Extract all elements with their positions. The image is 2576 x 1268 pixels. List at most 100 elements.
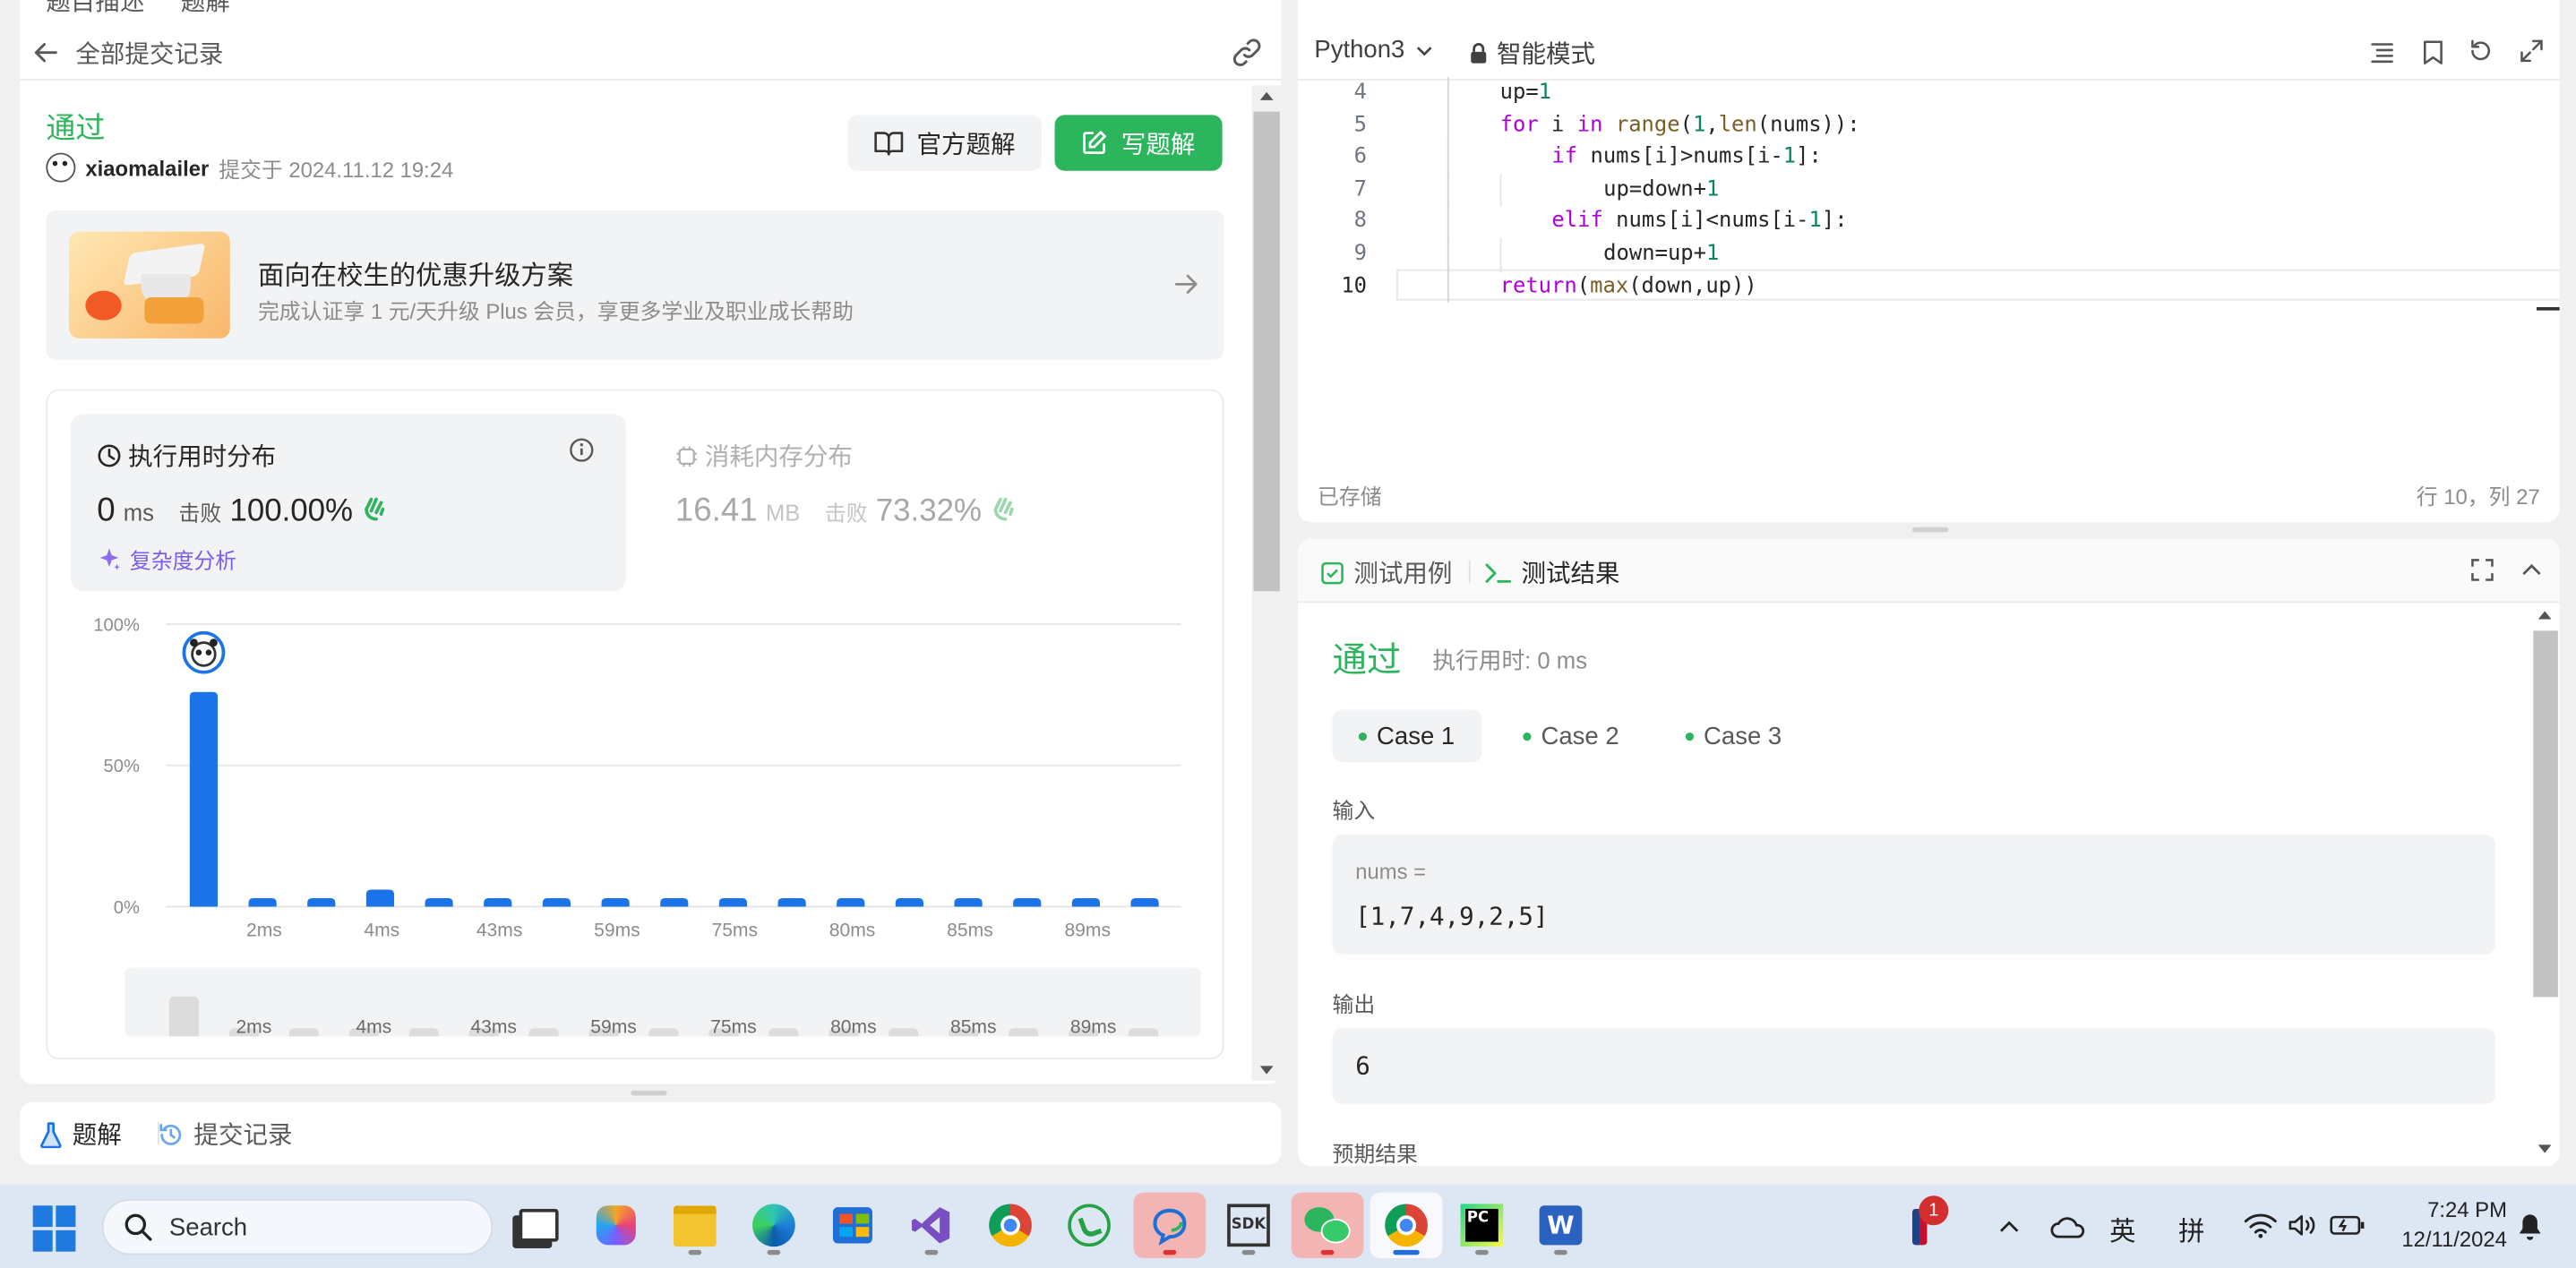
bottom-tab-solutions[interactable]: 题解 bbox=[39, 1117, 122, 1152]
input-box[interactable]: nums = [1,7,4,9,2,5] bbox=[1332, 834, 2496, 955]
code-line[interactable]: 4 up=1 bbox=[1298, 77, 2560, 109]
complexity-link[interactable]: 复杂度分析 bbox=[97, 544, 236, 575]
chart-bar bbox=[365, 889, 395, 907]
chrome-icon[interactable] bbox=[977, 1193, 1043, 1258]
clock-icon bbox=[98, 444, 121, 467]
code-text: return(max(down,up)) bbox=[1499, 273, 1757, 299]
memory-beats: 73.32% bbox=[875, 494, 982, 529]
left-resize-handle[interactable] bbox=[631, 1090, 667, 1096]
start-button[interactable] bbox=[32, 1205, 79, 1252]
test-result-panel: 测试用例 测试结果 通过 执行用时: 0 ms Case 1 Case 2 Ca… bbox=[1298, 538, 2560, 1167]
code-line[interactable]: 9 down=up+1 bbox=[1298, 237, 2560, 272]
pycharm-icon[interactable]: PC bbox=[1449, 1193, 1515, 1258]
graduation-cap-icon bbox=[69, 231, 230, 338]
smart-mode-toggle[interactable]: 智能模式 bbox=[1469, 36, 1595, 71]
search-icon bbox=[125, 1213, 152, 1241]
ime-language[interactable]: 英 bbox=[2109, 1209, 2135, 1248]
nba-widget[interactable]: 1 bbox=[1906, 1195, 1949, 1248]
code-line[interactable]: 6 if nums[i]>nums[i-1]: bbox=[1298, 141, 2560, 176]
code-line[interactable]: 10 return(max(down,up)) bbox=[1298, 270, 2560, 303]
chevron-up-icon[interactable] bbox=[2520, 559, 2544, 582]
tab-divider bbox=[1468, 560, 1471, 584]
result-scrollbar-thumb[interactable] bbox=[2533, 630, 2558, 998]
wifi-icon[interactable] bbox=[2244, 1212, 2277, 1238]
code-line[interactable]: 5 for i in range(1,len(nums)): bbox=[1298, 109, 2560, 141]
store-icon[interactable] bbox=[820, 1193, 885, 1258]
result-scrollbar[interactable] bbox=[2530, 608, 2560, 1167]
clock-time[interactable]: 7:24 PM bbox=[2412, 1197, 2507, 1222]
notification-bell-icon[interactable] bbox=[2517, 1212, 2543, 1242]
expected-label: 预期结果 bbox=[1332, 1141, 1418, 1167]
whatsapp-icon[interactable] bbox=[1056, 1193, 1121, 1258]
right-resize-handle[interactable] bbox=[1911, 527, 1949, 533]
case-tab-2[interactable]: Case 2 bbox=[1497, 709, 1645, 762]
official-solution-button[interactable]: 官方题解 bbox=[847, 115, 1042, 171]
chevron-right-icon[interactable] bbox=[1173, 271, 1199, 297]
onedrive-icon[interactable] bbox=[2050, 1213, 2086, 1239]
left-scrollbar-thumb[interactable] bbox=[1253, 111, 1280, 592]
taskbar-search[interactable]: Search bbox=[101, 1198, 494, 1255]
bookmark-icon[interactable] bbox=[2422, 39, 2445, 65]
tab-testcases[interactable]: 测试用例 bbox=[1321, 555, 1452, 590]
chart-bar bbox=[307, 898, 336, 907]
link-icon[interactable] bbox=[1231, 36, 1264, 69]
line-number: 7 bbox=[1353, 176, 1368, 202]
overview-tick-label: 59ms bbox=[590, 1017, 637, 1037]
overview-mini-chart: 2ms 4ms 43ms 59ms 75ms 80ms 85ms 89ms bbox=[168, 996, 1159, 1037]
messenger-icon[interactable] bbox=[1133, 1192, 1206, 1258]
sdk-icon[interactable]: SDK bbox=[1215, 1193, 1281, 1258]
y-tick-label: 0% bbox=[114, 898, 140, 918]
clock-date[interactable]: 12/11/2024 bbox=[2379, 1227, 2507, 1252]
promo-banner[interactable]: 面向在校生的优惠升级方案 完成认证享 1 元/天升级 Plus 会员，享更多学业… bbox=[46, 210, 1224, 360]
chart-bar bbox=[895, 898, 923, 907]
chevron-up-icon[interactable] bbox=[1996, 1213, 2022, 1239]
visual-studio-icon[interactable] bbox=[898, 1193, 964, 1258]
chart-bar bbox=[189, 691, 219, 907]
fullscreen-icon[interactable] bbox=[2471, 559, 2494, 582]
smart-mode-label: 智能模式 bbox=[1496, 40, 1596, 70]
code-area[interactable]: 4 up=1 5 for i in range(1,len(nums)): 6 if nu… bbox=[1298, 77, 2560, 323]
tab-description[interactable]: 题目描述 bbox=[46, 0, 144, 16]
edge-icon[interactable] bbox=[741, 1193, 806, 1258]
format-icon[interactable] bbox=[2369, 39, 2395, 65]
book-icon bbox=[874, 132, 904, 156]
line-number: 4 bbox=[1353, 80, 1368, 106]
bottom-tab-submissions-label: 提交记录 bbox=[193, 1121, 293, 1150]
battery-icon[interactable] bbox=[2330, 1213, 2366, 1237]
memory-box[interactable]: 消耗内存分布 16.41 MB 击败 73.32% bbox=[652, 414, 1194, 591]
wechat-icon[interactable] bbox=[1291, 1192, 1364, 1258]
word-icon[interactable]: W bbox=[1528, 1193, 1593, 1258]
info-icon[interactable] bbox=[569, 437, 595, 463]
tab-solutions[interactable]: 题解 bbox=[181, 0, 230, 16]
username[interactable]: xiaomalailer bbox=[85, 155, 209, 180]
volume-icon[interactable] bbox=[2287, 1212, 2316, 1238]
output-box[interactable]: 6 bbox=[1332, 1028, 2496, 1104]
language-selector[interactable]: Python3 bbox=[1314, 36, 1434, 64]
notification-badge: 1 bbox=[1919, 1195, 1949, 1226]
runtime-box[interactable]: 执行用时分布 0 ms 击败 100.00% 复杂度分析 bbox=[70, 414, 626, 592]
file-explorer-icon[interactable] bbox=[662, 1193, 727, 1258]
expand-icon[interactable] bbox=[2520, 39, 2544, 63]
reset-icon[interactable] bbox=[2468, 38, 2494, 64]
left-scrollbar[interactable] bbox=[1251, 85, 1282, 1081]
case-tab-3[interactable]: Case 3 bbox=[1660, 709, 1808, 762]
memory-title-row: 消耗内存分布 bbox=[675, 439, 853, 474]
copilot-icon[interactable] bbox=[583, 1193, 648, 1258]
task-view-icon[interactable] bbox=[506, 1193, 571, 1258]
tab-testresult[interactable]: 测试结果 bbox=[1485, 555, 1620, 590]
chip-icon bbox=[676, 445, 697, 467]
overview-bar bbox=[1009, 1028, 1039, 1037]
runtime-value-row: 0 ms 击败 100.00% bbox=[97, 493, 387, 530]
bottom-tab-submissions[interactable]: 提交记录 bbox=[158, 1117, 293, 1152]
code-line[interactable]: 8 elif nums[i]<nums[i-1]: bbox=[1298, 205, 2560, 240]
chrome-active-icon[interactable] bbox=[1370, 1192, 1443, 1258]
case-tab-1[interactable]: Case 1 bbox=[1332, 709, 1481, 763]
back-label: 全部提交记录 bbox=[75, 39, 224, 69]
back-link[interactable]: 全部提交记录 bbox=[33, 33, 224, 73]
ime-mode[interactable]: 拼 bbox=[2178, 1209, 2204, 1248]
code-line[interactable]: 7 up=down+1 bbox=[1298, 174, 2560, 208]
chart-bar bbox=[425, 898, 453, 907]
write-solution-button[interactable]: 写题解 bbox=[1054, 115, 1223, 171]
chart-overview-strip[interactable]: 2ms 4ms 43ms 59ms 75ms 80ms 85ms 89ms bbox=[125, 967, 1201, 1037]
panda-ear bbox=[210, 638, 218, 647]
